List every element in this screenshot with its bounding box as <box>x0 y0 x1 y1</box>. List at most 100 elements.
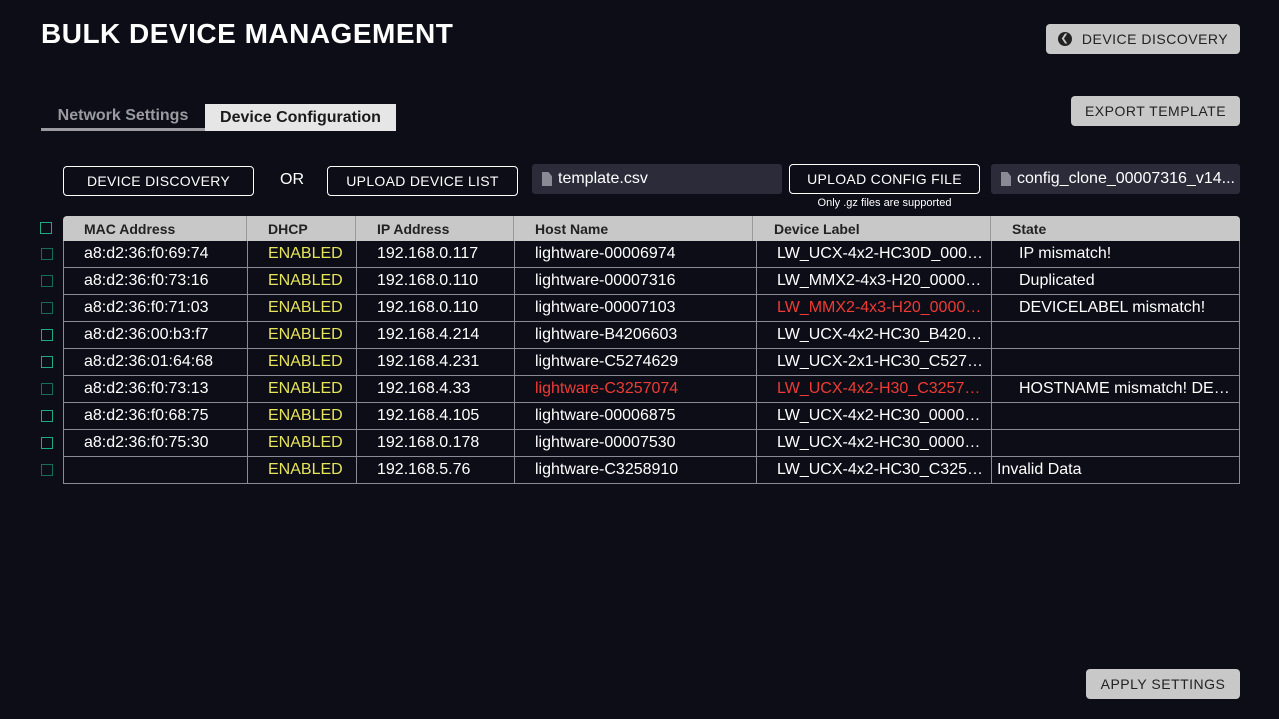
row-checkbox[interactable] <box>41 437 53 449</box>
row-checkbox[interactable] <box>41 302 53 314</box>
table-row[interactable]: a8:d2:36:f0:69:74 ENABLED 192.168.0.117 lig… <box>41 241 1240 268</box>
cell-ip-text: 192.168.5.76 <box>377 461 471 478</box>
cell-mac[interactable]: a8:d2:36:f0:71:03 <box>64 295 248 321</box>
apply-settings-button[interactable]: APPLY SETTINGS <box>1086 669 1240 699</box>
cell-hostname[interactable]: lightware-00007530 <box>515 430 757 456</box>
cell-dhcp[interactable]: ENABLED <box>248 241 357 267</box>
cell-ip[interactable]: 192.168.0.110 <box>357 295 515 321</box>
column-header-device-label[interactable]: Device Label <box>753 216 991 241</box>
cell-device-label[interactable]: LW_MMX2-4x3-H20_000073... <box>757 268 992 294</box>
cell-device-label[interactable]: LW_UCX-4x2-HC30_B42066... <box>757 322 992 348</box>
select-all-checkbox[interactable] <box>40 222 52 234</box>
cell-hostname[interactable]: lightware-00007103 <box>515 295 757 321</box>
column-header-dhcp[interactable]: DHCP <box>247 216 356 241</box>
cell-mac-text: a8:d2:36:00:b3:f7 <box>84 326 209 343</box>
cell-hostname[interactable]: lightware-00006974 <box>515 241 757 267</box>
cell-mac[interactable]: a8:d2:36:01:64:68 <box>64 349 248 375</box>
cell-ip[interactable]: 192.168.5.76 <box>357 457 515 483</box>
cell-device-label-text: LW_MMX2-4x3-H20_000073... <box>777 272 987 289</box>
cell-ip[interactable]: 192.168.4.33 <box>357 376 515 402</box>
cell-mac[interactable]: a8:d2:36:f0:69:74 <box>64 241 248 267</box>
export-template-label: EXPORT TEMPLATE <box>1084 103 1227 119</box>
cell-state[interactable] <box>992 349 1239 375</box>
export-template-button[interactable]: EXPORT TEMPLATE <box>1071 96 1240 126</box>
cell-state[interactable] <box>992 403 1239 429</box>
tab-device-configuration[interactable]: Device Configuration <box>205 104 396 131</box>
cell-ip[interactable]: 192.168.0.178 <box>357 430 515 456</box>
cell-ip[interactable]: 192.168.4.231 <box>357 349 515 375</box>
cell-mac-text: a8:d2:36:f0:75:30 <box>84 434 209 451</box>
cell-hostname[interactable]: lightware-C3257074 <box>515 376 757 402</box>
cell-dhcp[interactable]: ENABLED <box>248 295 357 321</box>
table-row[interactable]: a8:d2:36:00:b3:f7 ENABLED 192.168.4.214 lig… <box>41 322 1240 349</box>
column-header-hostname[interactable]: Host Name <box>514 216 753 241</box>
cell-mac[interactable]: a8:d2:36:f0:75:30 <box>64 430 248 456</box>
upload-device-list-button[interactable]: UPLOAD DEVICE LIST <box>327 166 518 196</box>
cell-state[interactable] <box>992 322 1239 348</box>
cell-state[interactable]: HOSTNAME mismatch! DEVI... <box>992 376 1239 402</box>
cell-dhcp[interactable]: ENABLED <box>248 403 357 429</box>
cell-mac[interactable]: a8:d2:36:f0:73:16 <box>64 268 248 294</box>
cell-ip-text: 192.168.0.178 <box>377 434 480 451</box>
cell-device-label[interactable]: LW_MMX2-4x3-H20_000071... <box>757 295 992 321</box>
cell-ip[interactable]: 192.168.4.214 <box>357 322 515 348</box>
cell-mac[interactable]: a8:d2:36:f0:68:75 <box>64 403 248 429</box>
cell-mac[interactable]: a8:d2:36:f0:73:13 <box>64 376 248 402</box>
cell-state[interactable]: Duplicated <box>992 268 1239 294</box>
cell-hostname[interactable]: lightware-C3258910 <box>515 457 757 483</box>
cell-hostname[interactable]: lightware-C5274629 <box>515 349 757 375</box>
cell-state[interactable]: DEVICELABEL mismatch! <box>992 295 1239 321</box>
table-row[interactable]: ENABLED 192.168.5.76 lightware-C3258910 LW_… <box>41 457 1240 484</box>
cell-ip[interactable]: 192.168.0.117 <box>357 241 515 267</box>
or-separator: OR <box>280 171 304 188</box>
cell-dhcp[interactable]: ENABLED <box>248 322 357 348</box>
cell-dhcp-text: ENABLED <box>268 353 343 370</box>
table-row[interactable]: a8:d2:36:f0:73:13 ENABLED 192.168.4.33 ligh… <box>41 376 1240 403</box>
cell-hostname[interactable]: lightware-00007316 <box>515 268 757 294</box>
cell-hostname[interactable]: lightware-B4206603 <box>515 322 757 348</box>
table-row[interactable]: a8:d2:36:01:64:68 ENABLED 192.168.4.231 lig… <box>41 349 1240 376</box>
cell-ip[interactable]: 192.168.4.105 <box>357 403 515 429</box>
cell-mac[interactable] <box>64 457 248 483</box>
cell-state[interactable]: Invalid Data <box>992 457 1239 483</box>
header-device-discovery-button[interactable]: ❮ DEVICE DISCOVERY <box>1046 24 1240 54</box>
row-checkbox[interactable] <box>41 356 53 368</box>
cell-ip[interactable]: 192.168.0.110 <box>357 268 515 294</box>
cell-dhcp[interactable]: ENABLED <box>248 376 357 402</box>
column-header-state[interactable]: State <box>991 216 1240 241</box>
row-checkbox[interactable] <box>41 329 53 341</box>
cell-state[interactable] <box>992 430 1239 456</box>
row-checkbox[interactable] <box>41 464 53 476</box>
column-header-mac[interactable]: MAC Address <box>63 216 247 241</box>
cell-dhcp[interactable]: ENABLED <box>248 457 357 483</box>
cell-device-label[interactable]: LW_UCX-2x1-HC30_C52746... <box>757 349 992 375</box>
cell-dhcp-text: ENABLED <box>268 461 343 478</box>
page-title: BULK DEVICE MANAGEMENT <box>41 18 454 49</box>
table-row[interactable]: a8:d2:36:f0:75:30 ENABLED 192.168.0.178 lig… <box>41 430 1240 457</box>
cell-dhcp[interactable]: ENABLED <box>248 268 357 294</box>
device-discovery-button[interactable]: DEVICE DISCOVERY <box>63 166 254 196</box>
column-header-ip[interactable]: IP Address <box>356 216 514 241</box>
row-checkbox[interactable] <box>41 248 53 260</box>
cell-hostname[interactable]: lightware-00006875 <box>515 403 757 429</box>
row-checkbox[interactable] <box>41 383 53 395</box>
cell-device-label[interactable]: LW_UCX-4x2-HC30_C32589... <box>757 457 992 483</box>
cell-device-label[interactable]: LW_UCX-4x2-HC30D_00006... <box>757 241 992 267</box>
chevron-left-circle-icon: ❮ <box>1057 32 1072 46</box>
cell-dhcp[interactable]: ENABLED <box>248 349 357 375</box>
row-checkbox[interactable] <box>41 275 53 287</box>
cell-state[interactable]: IP mismatch! <box>992 241 1239 267</box>
config-file-name: config_clone_00007316_v14... <box>1017 170 1235 187</box>
cell-device-label[interactable]: LW_UCX-4x2-HC30_000075... <box>757 430 992 456</box>
tab-network-settings[interactable]: Network Settings <box>41 104 205 131</box>
row-checkbox[interactable] <box>41 410 53 422</box>
cell-mac-text: a8:d2:36:f0:71:03 <box>84 299 209 316</box>
table-row[interactable]: a8:d2:36:f0:71:03 ENABLED 192.168.0.110 lig… <box>41 295 1240 322</box>
cell-dhcp[interactable]: ENABLED <box>248 430 357 456</box>
upload-config-file-button[interactable]: UPLOAD CONFIG FILE <box>789 164 980 194</box>
cell-device-label[interactable]: LW_UCX-4x2-H30_C3257074 <box>757 376 992 402</box>
table-row[interactable]: a8:d2:36:f0:73:16 ENABLED 192.168.0.110 lig… <box>41 268 1240 295</box>
cell-mac[interactable]: a8:d2:36:00:b3:f7 <box>64 322 248 348</box>
cell-device-label[interactable]: LW_UCX-4x2-HC30_000068... <box>757 403 992 429</box>
table-row[interactable]: a8:d2:36:f0:68:75 ENABLED 192.168.4.105 lig… <box>41 403 1240 430</box>
